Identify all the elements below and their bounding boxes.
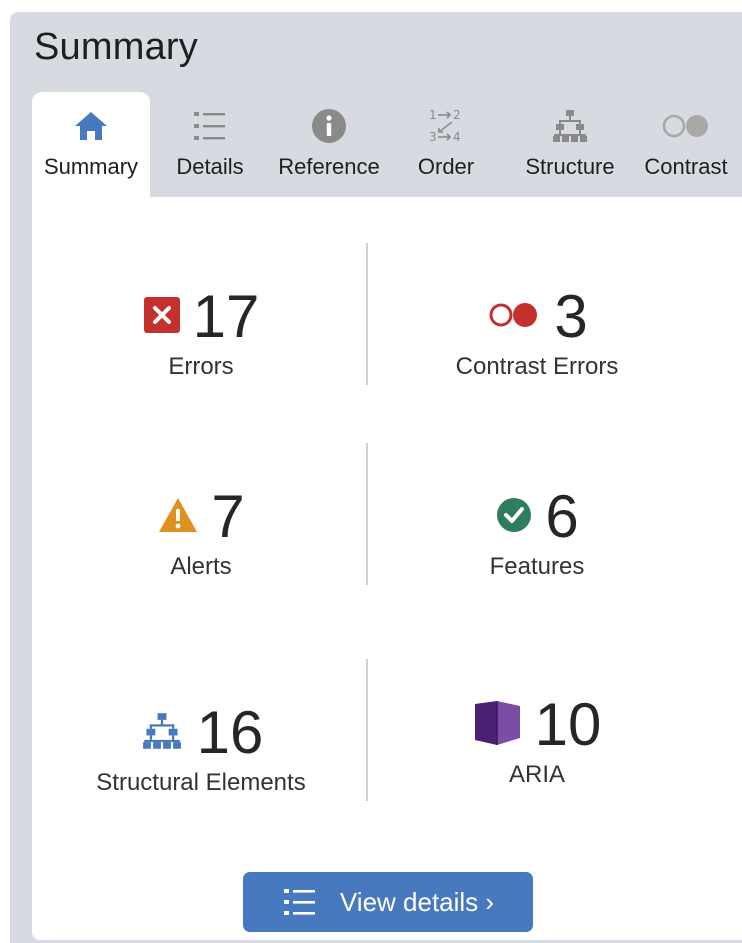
stat-alerts[interactable]: 7 Alerts <box>36 485 366 581</box>
info-icon <box>311 106 347 146</box>
tab-label: Order <box>417 154 475 179</box>
errors-count: 17 <box>192 283 260 350</box>
error-icon <box>143 296 181 339</box>
view-details-button[interactable]: View details › <box>243 872 533 932</box>
summary-panel: Summary Summary Details Reference 1 2 3 … <box>10 12 742 943</box>
tab-summary[interactable]: Summary <box>32 92 150 197</box>
stat-aria[interactable]: 10 ARIA <box>372 693 702 789</box>
tab-label: Summary <box>43 154 139 179</box>
column-divider <box>366 659 368 801</box>
list-icon <box>192 106 228 146</box>
structural-elements-label: Structural Elements <box>96 769 306 796</box>
column-divider <box>366 243 368 385</box>
structure-icon <box>552 106 588 146</box>
svg-text:1: 1 <box>429 108 437 122</box>
contrast-errors-count: 3 <box>554 283 588 350</box>
contrast-icon <box>660 106 712 146</box>
errors-label: Errors <box>168 353 234 380</box>
svg-text:4: 4 <box>453 130 461 144</box>
tab-bar: Summary Details Reference 1 2 3 4 Order … <box>32 92 742 197</box>
tab-structure[interactable]: Structure <box>518 92 622 197</box>
tab-reference[interactable]: Reference <box>268 92 390 197</box>
features-label: Features <box>489 553 585 580</box>
tab-order[interactable]: 1 2 3 4 Order <box>408 92 484 197</box>
column-divider <box>366 443 368 585</box>
stat-contrast-errors[interactable]: 3 Contrast Errors <box>372 285 702 381</box>
tab-label: Contrast <box>644 154 728 179</box>
order-icon: 1 2 3 4 <box>426 106 466 146</box>
tab-label: Structure <box>525 154 615 179</box>
structural-elements-count: 16 <box>196 699 264 766</box>
alerts-label: Alerts <box>170 553 232 580</box>
alert-icon <box>157 496 199 539</box>
svg-text:2: 2 <box>453 108 461 122</box>
structure-icon <box>139 711 185 756</box>
aria-icon <box>473 700 523 751</box>
contrast-errors-label: Contrast Errors <box>455 353 619 380</box>
svg-text:3: 3 <box>429 130 437 144</box>
alerts-count: 7 <box>211 483 245 550</box>
stat-structural-elements[interactable]: 16 Structural Elements <box>36 701 366 797</box>
features-count: 6 <box>545 483 579 550</box>
stat-features[interactable]: 6 Features <box>372 485 702 581</box>
tab-label: Details <box>176 154 244 179</box>
feature-icon <box>495 496 533 539</box>
home-icon <box>73 106 109 146</box>
tab-label: Reference <box>278 154 380 179</box>
tab-contrast[interactable]: Contrast <box>636 92 736 197</box>
stat-errors[interactable]: 17 Errors <box>36 285 366 381</box>
aria-label: ARIA <box>508 761 565 788</box>
list-icon <box>282 887 318 917</box>
aria-count: 10 <box>534 691 602 758</box>
view-details-label: View details › <box>339 886 495 917</box>
panel-title: Summary <box>34 26 198 68</box>
contrast-error-icon <box>486 300 542 335</box>
tab-details[interactable]: Details <box>160 92 260 197</box>
summary-content: 17 Errors 3 Contrast Errors 7 Alerts 6 F… <box>32 197 742 940</box>
